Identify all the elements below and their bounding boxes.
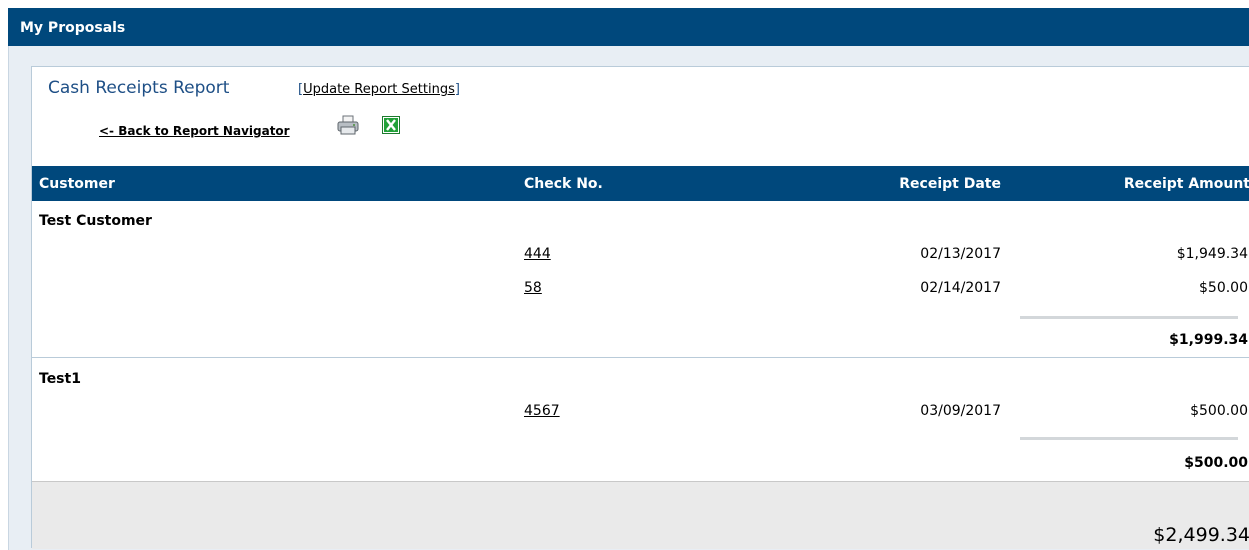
group-divider xyxy=(32,357,1249,358)
receipt-date: 03/09/2017 xyxy=(920,403,1001,419)
report-panel: Cash Receipts Report [Update Report Sett… xyxy=(31,66,1249,549)
page-title: My Proposals xyxy=(20,20,126,36)
bracket-close: ] xyxy=(454,82,460,97)
grand-total-row: $2,499.34 xyxy=(32,481,1249,549)
column-header-receipt-amount[interactable]: Receipt Amount xyxy=(1124,176,1249,192)
column-header-receipt-date[interactable]: Receipt Date xyxy=(899,176,1001,192)
customer-group-name: Test Customer xyxy=(39,213,152,229)
receipt-date: 02/14/2017 xyxy=(920,280,1001,296)
update-report-settings-link[interactable]: Update Report Settings xyxy=(303,82,455,97)
check-number-link[interactable]: 58 xyxy=(524,280,542,296)
column-header-check-no[interactable]: Check No. xyxy=(524,176,603,192)
excel-icon[interactable] xyxy=(382,116,400,134)
top-header-bar: My Proposals xyxy=(8,8,1249,46)
customer-group-name: Test1 xyxy=(39,371,81,387)
back-to-report-navigator-link[interactable]: <- Back to Report Navigator xyxy=(99,124,290,138)
report-title: Cash Receipts Report xyxy=(48,78,230,98)
content-frame: Cash Receipts Report [Update Report Sett… xyxy=(8,46,1249,550)
table-header: Customer Check No. Receipt Date Receipt … xyxy=(32,166,1249,201)
subtotal-rule xyxy=(1020,437,1238,440)
group-subtotal: $1,999.34 xyxy=(1169,332,1248,348)
receipt-amount: $500.00 xyxy=(1190,403,1248,419)
receipt-amount: $50.00 xyxy=(1199,280,1248,296)
group-subtotal: $500.00 xyxy=(1184,455,1248,471)
check-number-link[interactable]: 4567 xyxy=(524,403,560,419)
receipt-date: 02/13/2017 xyxy=(920,246,1001,262)
receipt-amount: $1,949.34 xyxy=(1176,246,1248,262)
report-settings: [Update Report Settings] xyxy=(298,82,460,97)
printer-icon[interactable] xyxy=(337,115,359,135)
check-number-link[interactable]: 444 xyxy=(524,246,551,262)
column-header-customer[interactable]: Customer xyxy=(39,176,115,192)
subtotal-rule xyxy=(1020,316,1238,319)
grand-total: $2,499.34 xyxy=(1153,524,1249,546)
